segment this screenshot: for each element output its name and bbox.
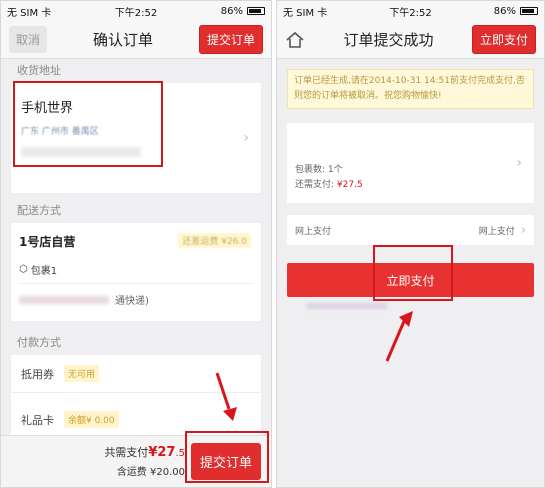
order-success-screen: 无 SIM 卡 下午2:52 86% 订单提交成功 立即支付 订单已经生成,请在… — [276, 0, 545, 488]
amount-due-line: 还需支付: ¥27.5 — [295, 178, 526, 193]
payment-method-value: 网上支付 — [478, 226, 515, 237]
coupon-status-badge: 无可用 — [64, 365, 100, 382]
chevron-right-icon: › — [516, 155, 522, 171]
battery-percent: 86% — [220, 5, 243, 17]
package-label: 包裹1 — [30, 266, 58, 277]
total-label: 共需支付 — [104, 446, 149, 459]
pay-now-highlight-box — [373, 245, 453, 301]
giftcard-balance-badge: 余额¥ 0.00 — [64, 411, 119, 428]
battery-percent: 86% — [493, 5, 516, 17]
shipping-card[interactable]: 1号店自营 还差运费 ¥26.0 ⬡ 包裹1 通快递) — [11, 223, 261, 321]
divider — [19, 283, 253, 284]
carrier-label: 无 SIM 卡 — [7, 7, 52, 19]
battery-icon — [247, 7, 265, 15]
carrier-label: 无 SIM 卡 — [283, 7, 328, 19]
package-count: 包裹数: 1个 — [295, 165, 343, 175]
time-label: 下午2:52 — [114, 7, 158, 19]
shipping-fee-line: 含运费 ¥20.00 — [117, 463, 185, 478]
giftcard-label: 礼品卡 — [21, 413, 54, 427]
amount-due-value: ¥27.5 — [336, 180, 363, 190]
payment-method-label: 网上支付 — [295, 226, 332, 237]
coupon-label: 抵用券 — [21, 367, 54, 381]
address-highlight-box — [13, 81, 163, 167]
shipping-method-label: 通快递) — [115, 296, 149, 307]
nav-bar: 取消 确认订单 提交订单 — [1, 21, 271, 59]
battery-icon — [520, 7, 538, 15]
chevron-right-icon: › — [520, 222, 526, 238]
submit-highlight-box — [185, 431, 269, 483]
pay-now-button-top[interactable]: 立即支付 — [471, 25, 536, 54]
nav-bar: 订单提交成功 立即支付 — [277, 21, 544, 59]
address-section-label: 收货地址 — [17, 64, 61, 77]
shipping-section-label: 配送方式 — [17, 204, 61, 217]
payment-section-label: 付款方式 — [17, 336, 61, 349]
total-price: ¥27 — [148, 445, 176, 460]
page-title: 订单提交成功 — [343, 31, 434, 49]
package-icon: ⬡ — [19, 264, 28, 275]
payment-method-row[interactable]: 网上支付 网上支付 › — [287, 215, 534, 245]
redacted-bar — [307, 303, 387, 309]
home-icon[interactable] — [285, 30, 305, 50]
payment-card: 抵用券 无可用 礼品卡 余额¥ 0.00 — [11, 355, 261, 439]
free-shipping-tag: 还差运费 ¥26.0 — [178, 233, 251, 248]
total-line: 共需支付¥27.5 — [104, 444, 185, 460]
status-bar: 无 SIM 卡 下午2:52 86% — [1, 1, 271, 21]
order-notice: 订单已经生成,请在2014-10-31 14:51前支付完成支付,否则您的订单将… — [287, 69, 534, 109]
time-label: 下午2:52 — [389, 7, 432, 19]
amount-due-label: 还需支付: — [295, 180, 337, 190]
submit-order-button-top[interactable]: 提交订单 — [198, 25, 263, 54]
chevron-right-icon: › — [243, 130, 249, 146]
coupon-row[interactable]: 抵用券 无可用 — [11, 355, 261, 393]
page-title: 确认订单 — [92, 31, 153, 49]
confirm-order-screen: 无 SIM 卡 下午2:52 86% 取消 确认订单 提交订单 收货地址 手机世… — [0, 0, 272, 488]
shipping-fee-label: 含运费 — [116, 467, 147, 478]
cancel-button[interactable]: 取消 — [9, 26, 48, 53]
shipping-fee-value: ¥20.00 — [150, 467, 185, 478]
order-summary-card[interactable]: 包裹数: 1个 还需支付: ¥27.5 › — [287, 123, 534, 203]
status-bar: 无 SIM 卡 下午2:52 86% — [277, 1, 544, 21]
total-price-decimal: .5 — [175, 448, 185, 459]
shipping-method-redacted — [19, 295, 109, 304]
